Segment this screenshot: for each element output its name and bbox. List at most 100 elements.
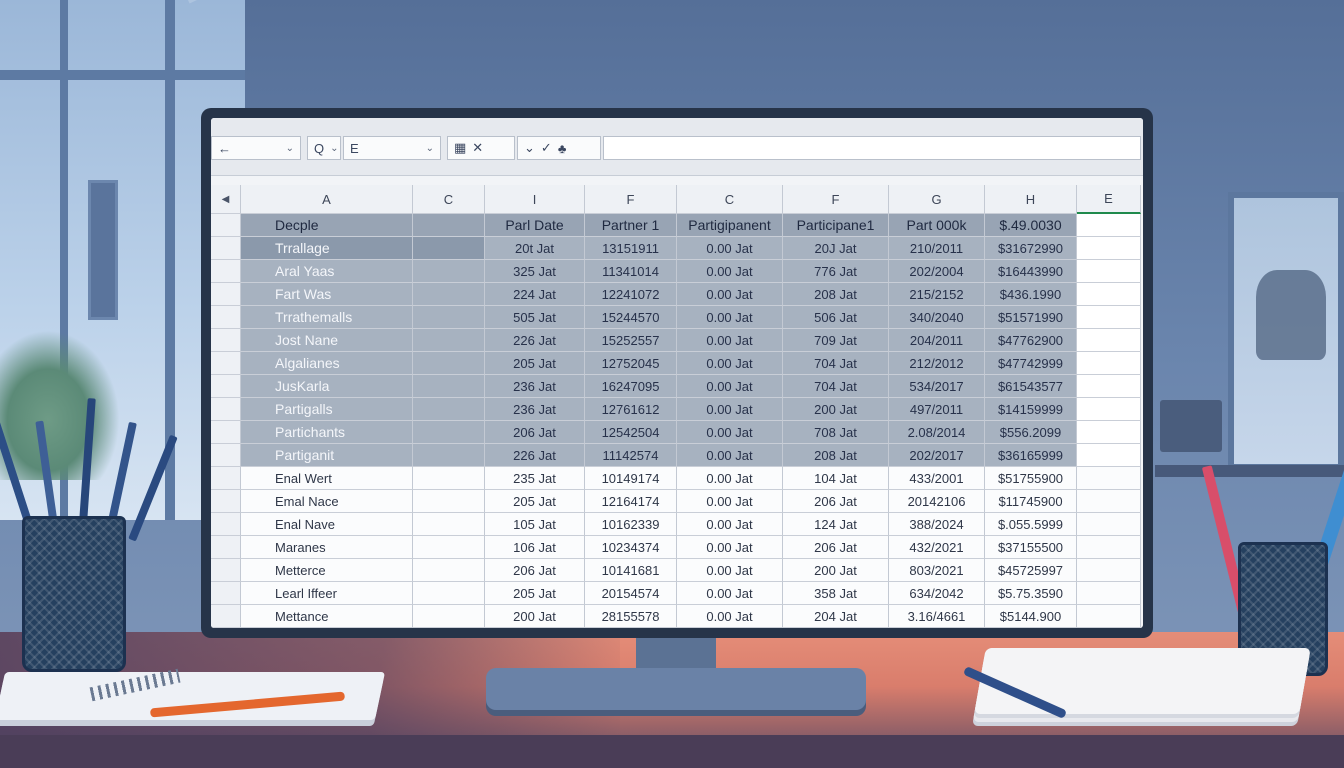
table-cell[interactable] (413, 444, 485, 467)
table-cell[interactable]: 20154574 (585, 582, 677, 605)
table-cell[interactable]: 0.00 Jat (677, 398, 783, 421)
back-dropdown[interactable]: ← ⌄ (211, 136, 301, 160)
table-cell[interactable]: Jost Nane (241, 329, 413, 352)
table-cell[interactable]: 205 Jat (485, 490, 585, 513)
table-cell[interactable]: 0.00 Jat (677, 582, 783, 605)
table-cell[interactable]: 0.00 Jat (677, 306, 783, 329)
table-cell[interactable]: $37155500 (985, 536, 1077, 559)
table-cell[interactable]: 433/2001 (889, 467, 985, 490)
table-cell[interactable] (1077, 444, 1141, 467)
table-cell[interactable]: 0.00 Jat (677, 467, 783, 490)
table-cell[interactable] (1077, 513, 1141, 536)
table-cell[interactable]: $.055.5999 (985, 513, 1077, 536)
table-cell[interactable]: Participane1 (783, 214, 889, 237)
table-cell[interactable]: Trrathemalls (241, 306, 413, 329)
table-cell[interactable]: 0.00 Jat (677, 329, 783, 352)
row-header[interactable] (211, 329, 241, 352)
row-header[interactable] (211, 490, 241, 513)
table-cell[interactable]: 200 Jat (783, 559, 889, 582)
table-cell[interactable]: $51571990 (985, 306, 1077, 329)
table-cell[interactable]: Partner 1 (585, 214, 677, 237)
table-cell[interactable]: 12164174 (585, 490, 677, 513)
table-cell[interactable]: 226 Jat (485, 329, 585, 352)
table-cell[interactable]: $47762900 (985, 329, 1077, 352)
table-cell[interactable]: 709 Jat (783, 329, 889, 352)
table-cell[interactable]: 202/2004 (889, 260, 985, 283)
table-row[interactable]: Algalianes 205 Jat 12752045 0.00 Jat 704 Jat… (211, 352, 1143, 375)
table-row[interactable]: Jost Nane 226 Jat 15252557 0.00 Jat 709 Jat 2… (211, 329, 1143, 352)
table-cell[interactable]: 210/2011 (889, 237, 985, 260)
column-header[interactable]: H (985, 185, 1077, 214)
table-cell[interactable]: 206 Jat (783, 490, 889, 513)
table-cell[interactable]: 708 Jat (783, 421, 889, 444)
table-cell[interactable]: 325 Jat (485, 260, 585, 283)
table-cell[interactable]: 205 Jat (485, 352, 585, 375)
row-header[interactable] (211, 536, 241, 559)
table-cell[interactable]: 497/2011 (889, 398, 985, 421)
table-cell[interactable] (413, 352, 485, 375)
table-cell[interactable] (1077, 582, 1141, 605)
column-header[interactable]: A (241, 185, 413, 214)
table-cell[interactable]: JusKarla (241, 375, 413, 398)
table-cell[interactable]: 0.00 Jat (677, 513, 783, 536)
table-cell[interactable]: 206 Jat (485, 421, 585, 444)
table-cell[interactable]: 15244570 (585, 306, 677, 329)
row-header[interactable] (211, 559, 241, 582)
table-cell[interactable]: $556.2099 (985, 421, 1077, 444)
table-cell[interactable] (413, 467, 485, 490)
table-cell[interactable]: Algalianes (241, 352, 413, 375)
table-cell[interactable]: $36165999 (985, 444, 1077, 467)
table-cell[interactable]: 20142106 (889, 490, 985, 513)
table-cell[interactable]: 704 Jat (783, 375, 889, 398)
table-cell[interactable] (1077, 352, 1141, 375)
table-cell[interactable] (1077, 398, 1141, 421)
table-cell[interactable]: $61543577 (985, 375, 1077, 398)
table-cell[interactable]: 634/2042 (889, 582, 985, 605)
table-cell[interactable]: Part 000k (889, 214, 985, 237)
table-cell[interactable]: 212/2012 (889, 352, 985, 375)
table-cell[interactable]: $5144.900 (985, 605, 1077, 628)
table-cell[interactable]: Maranes (241, 536, 413, 559)
table-cell[interactable]: Parl Date (485, 214, 585, 237)
table-cell[interactable]: 20t Jat (485, 237, 585, 260)
table-cell[interactable] (413, 513, 485, 536)
table-cell[interactable]: 12542504 (585, 421, 677, 444)
table-cell[interactable]: $436.1990 (985, 283, 1077, 306)
table-cell[interactable]: 105 Jat (485, 513, 585, 536)
table-row[interactable]: Metterce 206 Jat 10141681 0.00 Jat 200 Jat 80… (211, 559, 1143, 582)
table-cell[interactable]: Partiganit (241, 444, 413, 467)
format-dropdown[interactable]: E ⌄ (343, 136, 441, 160)
table-cell[interactable] (1077, 605, 1141, 628)
table-cell[interactable]: 10141681 (585, 559, 677, 582)
table-cell[interactable]: Enal Nave (241, 513, 413, 536)
table-cell[interactable] (1077, 329, 1141, 352)
table-cell[interactable] (413, 329, 485, 352)
table-cell[interactable]: 432/2021 (889, 536, 985, 559)
table-row[interactable]: Decple Parl Date Partner 1 Partigipanent Par… (211, 214, 1143, 237)
table-cell[interactable]: 0.00 Jat (677, 444, 783, 467)
table-cell[interactable]: 206 Jat (485, 559, 585, 582)
column-header[interactable]: F (585, 185, 677, 214)
table-cell[interactable]: 215/2152 (889, 283, 985, 306)
table-cell[interactable] (1077, 237, 1141, 260)
table-cell[interactable] (1077, 467, 1141, 490)
table-cell[interactable] (413, 559, 485, 582)
table-cell[interactable]: Emal Nace (241, 490, 413, 513)
table-cell[interactable]: 208 Jat (783, 444, 889, 467)
table-cell[interactable]: 11142574 (585, 444, 677, 467)
table-cell[interactable] (413, 490, 485, 513)
table-cell[interactable] (1077, 214, 1141, 237)
table-cell[interactable]: Fart Was (241, 283, 413, 306)
table-cell[interactable]: 205 Jat (485, 582, 585, 605)
table-row[interactable]: Learl Iffeer 205 Jat 20154574 0.00 Jat 358 J… (211, 582, 1143, 605)
table-cell[interactable]: 28155578 (585, 605, 677, 628)
table-cell[interactable]: 12761612 (585, 398, 677, 421)
table-cell[interactable]: $47742999 (985, 352, 1077, 375)
table-cell[interactable] (1077, 283, 1141, 306)
table-cell[interactable] (413, 375, 485, 398)
table-cell[interactable]: 0.00 Jat (677, 536, 783, 559)
table-cell[interactable]: 0.00 Jat (677, 490, 783, 513)
table-cell[interactable]: 226 Jat (485, 444, 585, 467)
table-cell[interactable] (413, 214, 485, 237)
row-header[interactable] (211, 237, 241, 260)
